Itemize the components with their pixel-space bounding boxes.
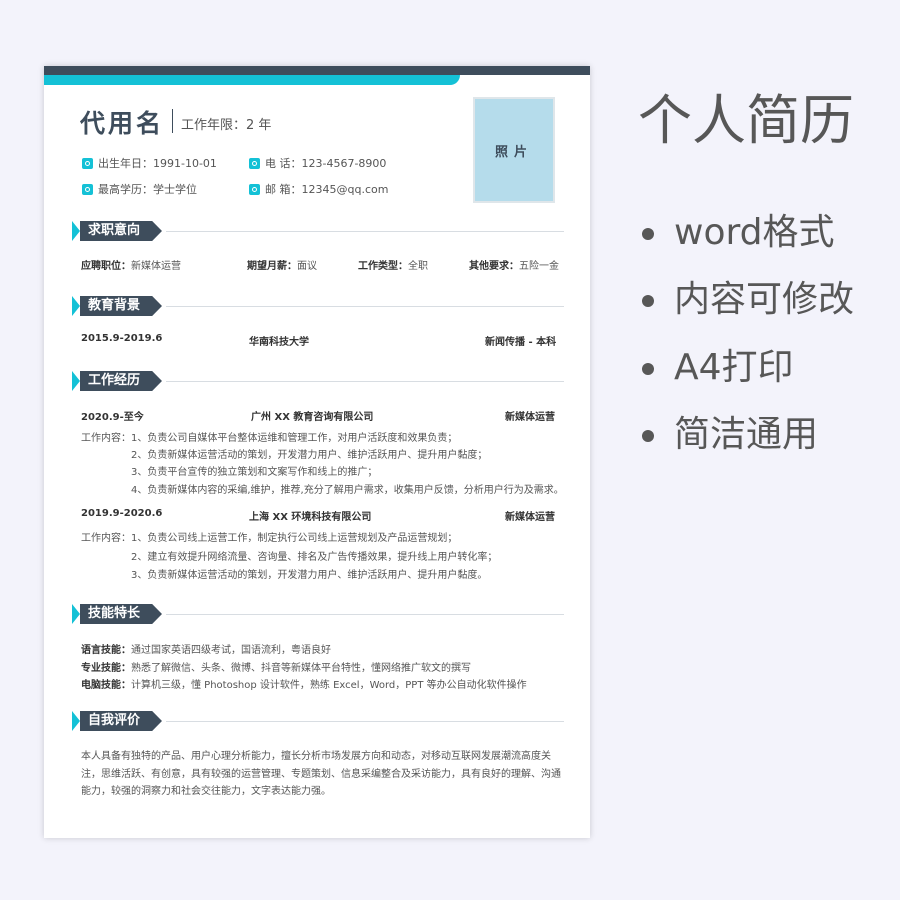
section-arrow-icon (72, 604, 80, 624)
work-duty-line: 工作内容：1、负责公司线上运营工作，制定执行公司线上运营规划及产品运营规划； (81, 533, 458, 544)
edu-major: 新闻传播 - 本科 (485, 337, 557, 348)
promo-title: 个人简历 (638, 89, 854, 152)
bullet-dot-icon (642, 363, 654, 375)
phone-text: 电 话：123-4567-8900 (265, 157, 387, 170)
section-job-intention: 求职意向 (72, 221, 566, 241)
self-evaluation-text: 本人具备有独特的产品、用户心理分析能力，擅长分析市场发展方向和动态，对移动互联网… (81, 751, 561, 797)
skill-language: 语言技能：通过国家英语四级考试，国语流利，粤语良好 (81, 641, 331, 656)
work-period: 2019.9-2020.6 (81, 508, 163, 519)
skill-text: 计算机三级，懂 Photoshop 设计软件，熟练 Excel，Word，PPT… (131, 680, 527, 691)
type-label: 工作类型： (358, 261, 408, 272)
bullet-dot-icon (642, 430, 654, 442)
bullet-dot-icon (642, 295, 654, 307)
resume-paper: 代用名 工作年限：2 年 出生年日：1991-10-01 电 话：123-456… (44, 66, 590, 838)
header-accent-bar (44, 75, 460, 85)
work-years: 工作年限：2 年 (181, 118, 272, 133)
position-value: 新媒体运营 (131, 261, 181, 272)
other-label: 其他要求： (469, 261, 519, 272)
section-arrow-icon (72, 371, 80, 391)
email-text: 邮 箱：12345@qq.com (265, 183, 389, 196)
skill-text: 熟悉了解微信、头条、微博、抖音等新媒体平台特性，懂网络推广软文的撰写 (131, 663, 471, 674)
skill-text: 通过国家英语四级考试，国语流利，粤语良好 (131, 645, 331, 656)
bullet-text: word格式 (674, 212, 835, 253)
degree-text: 最高学历：学士学位 (98, 183, 197, 196)
section-title: 教育背景 (80, 296, 162, 316)
promo-bullet: 内容可修改 (638, 270, 854, 322)
edu-period: 2015.9-2019.6 (81, 333, 163, 344)
email-info: 邮 箱：12345@qq.com (249, 181, 388, 197)
section-self-evaluation: 自我评价 (72, 711, 566, 731)
envelope-icon (249, 184, 260, 195)
work-duty-line: 3、负责平台宣传的独立策划和文案写作和线上的推广； (131, 467, 378, 478)
other-value: 五险一金 (519, 261, 559, 272)
skill-professional: 专业技能：熟悉了解微信、头条、微博、抖音等新媒体平台特性，懂网络推广软文的撰写 (81, 659, 471, 674)
salary-value: 面议 (297, 261, 317, 272)
section-arrow-icon (72, 711, 80, 731)
section-arrow-icon (72, 296, 80, 316)
section-title: 技能特长 (80, 604, 162, 624)
section-divider (166, 721, 564, 722)
photo-placeholder: 照片 (473, 97, 555, 203)
bullet-text: A4打印 (674, 347, 794, 388)
bullet-text: 内容可修改 (674, 279, 855, 320)
section-arrow-icon (72, 221, 80, 241)
promo-bullet: 简洁通用 (638, 405, 818, 457)
work-role: 新媒体运营 (505, 412, 555, 423)
type-value: 全职 (408, 261, 428, 272)
section-title: 求职意向 (80, 221, 162, 241)
clock-icon (82, 158, 93, 169)
job-type: 工作类型：全职 (358, 257, 428, 272)
section-title: 工作经历 (80, 371, 162, 391)
salary-label: 期望月薪： (247, 261, 297, 272)
graduation-cap-icon (82, 184, 93, 195)
job-position: 应聘职位：新媒体运营 (81, 257, 181, 272)
job-other: 其他要求：五险一金 (469, 257, 559, 272)
edu-school: 华南科技大学 (249, 337, 309, 348)
degree-info: 最高学历：学士学位 (82, 181, 197, 197)
work-duty-line: 2、建立有效提升网络流量、咨询量、排名及广告传播效果，提升线上用户转化率； (131, 552, 498, 563)
skill-label: 专业技能： (81, 663, 131, 674)
section-work: 工作经历 (72, 371, 566, 391)
section-divider (166, 381, 564, 382)
skill-label: 电脑技能： (81, 680, 131, 691)
promo-bullet: word格式 (638, 203, 835, 255)
bullet-dot-icon (642, 228, 654, 240)
section-education: 教育背景 (72, 296, 566, 316)
work-company: 上海 XX 环境科技有限公司 (249, 512, 372, 523)
position-label: 应聘职位： (81, 261, 131, 272)
phone-info: 电 话：123-4567-8900 (249, 155, 386, 171)
promo-bullet: A4打印 (638, 338, 794, 390)
birth-text: 出生年日：1991-10-01 (98, 157, 217, 170)
phone-icon (249, 158, 260, 169)
work-duty-line: 3、负责新媒体运营活动的策划，开发潜力用户、维护活跃用户、提升用户黏度。 (131, 570, 488, 581)
job-salary: 期望月薪：面议 (247, 257, 317, 272)
work-company: 广州 XX 教育咨询有限公司 (251, 412, 374, 423)
work-duty-line: 2、负责新媒体运营活动的策划，开发潜力用户、维护活跃用户、提升用户黏度； (131, 450, 488, 461)
section-title: 自我评价 (80, 711, 162, 731)
work-role: 新媒体运营 (505, 512, 555, 523)
section-divider (166, 306, 564, 307)
work-duty-line: 4、负责新媒体内容的采编,维护，推荐,充分了解用户需求，收集用户反馈，分析用户行… (131, 485, 564, 496)
section-divider (166, 614, 564, 615)
work-period: 2020.9-至今 (81, 412, 144, 423)
skill-label: 语言技能： (81, 645, 131, 656)
candidate-name: 代用名 (80, 109, 165, 138)
section-skills: 技能特长 (72, 604, 566, 624)
bullet-text: 简洁通用 (674, 414, 819, 455)
name-divider (172, 109, 173, 133)
birth-info: 出生年日：1991-10-01 (82, 155, 217, 171)
skill-computer: 电脑技能：计算机三级，懂 Photoshop 设计软件，熟练 Excel，Wor… (81, 676, 527, 691)
header-bar (44, 66, 590, 75)
work-duty-line: 工作内容：1、负责公司自媒体平台整体运维和管理工作，对用户活跃度和效果负责； (81, 433, 458, 444)
section-divider (166, 231, 564, 232)
